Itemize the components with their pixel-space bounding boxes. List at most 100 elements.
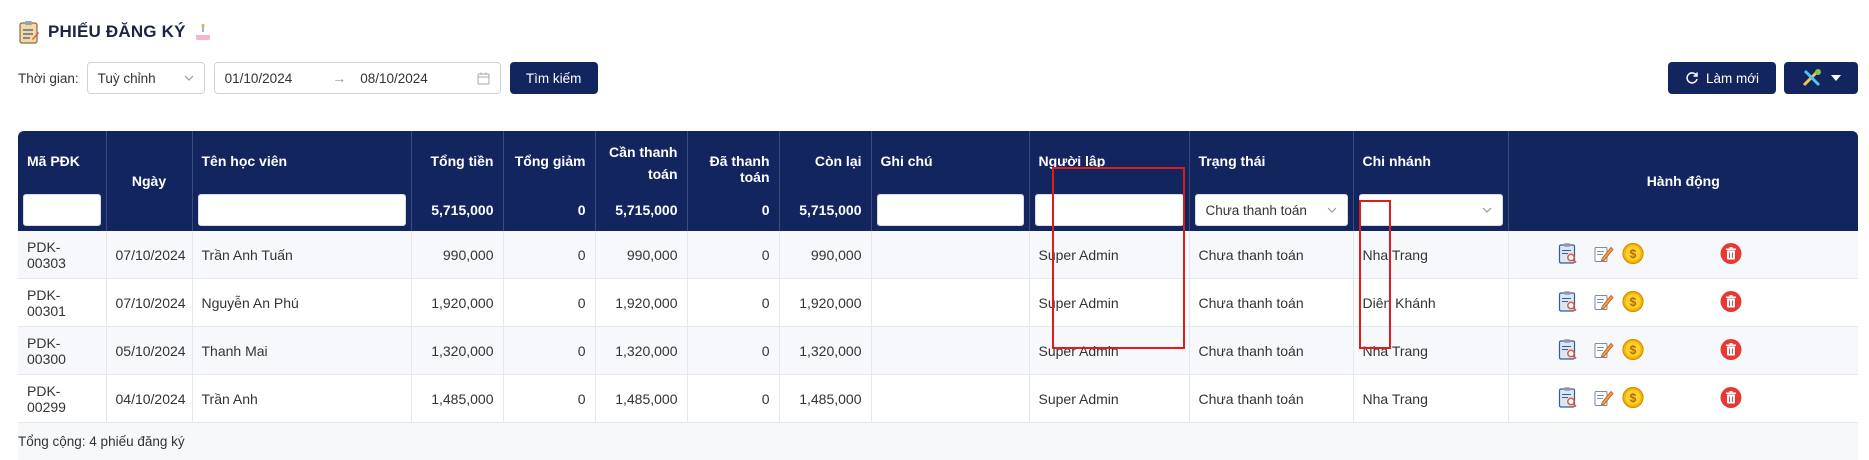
cell-date: 05/10/2024 bbox=[106, 326, 193, 375]
student-filter-input[interactable] bbox=[197, 194, 406, 226]
delete-icon[interactable] bbox=[1720, 242, 1742, 267]
branch-filter-select[interactable] bbox=[1358, 194, 1503, 226]
cell-student: Thanh Mai bbox=[192, 326, 412, 375]
view-detail-icon[interactable] bbox=[1558, 290, 1578, 315]
clipboard-icon bbox=[19, 21, 39, 44]
col-paid[interactable]: Đã thanh toán bbox=[687, 131, 780, 189]
cell-need-pay: 1,920,000 bbox=[595, 278, 688, 327]
col-actions: Hành động bbox=[1508, 131, 1858, 231]
cake-icon bbox=[195, 24, 210, 40]
edit-icon[interactable] bbox=[1594, 339, 1614, 362]
table-body: PDK-00303 07/10/2024 Trần Anh Tuấn 990,000 0… bbox=[18, 231, 1858, 423]
cell-actions: $ bbox=[1508, 231, 1858, 279]
cell-student: Trần Anh bbox=[192, 374, 412, 423]
time-label: Thời gian: bbox=[18, 70, 79, 86]
view-detail-icon[interactable] bbox=[1558, 386, 1578, 411]
cell-need-pay: 990,000 bbox=[595, 231, 688, 279]
view-detail-icon[interactable] bbox=[1558, 338, 1578, 363]
cell-status: Chưa thanh toán bbox=[1189, 278, 1354, 327]
page: PHIẾU ĐĂNG KÝ Thời gian: Tuỳ chỉnh 01/10… bbox=[0, 0, 1869, 460]
delete-icon[interactable] bbox=[1720, 386, 1742, 411]
payment-icon[interactable]: $ bbox=[1621, 242, 1644, 267]
cell-date: 04/10/2024 bbox=[106, 374, 193, 423]
row-actions: $ bbox=[1518, 279, 1850, 326]
cell-note bbox=[871, 231, 1030, 279]
col-creator[interactable]: Người lập bbox=[1029, 131, 1190, 189]
payment-icon[interactable]: $ bbox=[1621, 338, 1644, 363]
cell-paid: 0 bbox=[687, 278, 780, 327]
cell-student: Trần Anh Tuấn bbox=[192, 231, 412, 279]
cell-paid: 0 bbox=[687, 231, 780, 279]
tools-dropdown-button[interactable] bbox=[1784, 62, 1858, 94]
col-need-pay-line1: Cần thanh bbox=[609, 144, 678, 160]
col-note[interactable]: Ghi chú bbox=[871, 131, 1030, 189]
refresh-label: Làm mới bbox=[1705, 70, 1760, 86]
table-row[interactable]: PDK-00303 07/10/2024 Trần Anh Tuấn 990,000 0… bbox=[18, 231, 1858, 279]
cell-paid: 0 bbox=[687, 326, 780, 375]
date-range-picker[interactable]: 01/10/2024 → 08/10/2024 bbox=[213, 62, 501, 94]
paid-sum: 0 bbox=[687, 189, 780, 231]
note-filter-cell bbox=[871, 189, 1030, 231]
cell-creator: Super Admin bbox=[1029, 326, 1190, 375]
chevron-down-icon bbox=[1327, 207, 1336, 213]
status-filter-select[interactable]: Chưa thanh toán bbox=[1194, 194, 1348, 226]
cell-date: 07/10/2024 bbox=[106, 278, 193, 327]
col-status[interactable]: Trạng thái bbox=[1189, 131, 1354, 189]
edit-icon[interactable] bbox=[1594, 291, 1614, 314]
edit-icon[interactable] bbox=[1594, 387, 1614, 410]
cell-actions: $ bbox=[1508, 374, 1858, 423]
cell-remaining: 1,320,000 bbox=[779, 326, 872, 375]
cell-remaining: 1,485,000 bbox=[779, 374, 872, 423]
cell-note bbox=[871, 374, 1030, 423]
edit-icon[interactable] bbox=[1594, 243, 1614, 266]
cell-date: 07/10/2024 bbox=[106, 231, 193, 279]
cell-need-pay: 1,485,000 bbox=[595, 374, 688, 423]
cell-total: 990,000 bbox=[411, 231, 504, 279]
table-row[interactable]: PDK-00301 07/10/2024 Nguyễn An Phú 1,920,00… bbox=[18, 278, 1858, 327]
caret-down-icon bbox=[1831, 75, 1841, 81]
col-need-pay[interactable]: Cần thanh toán bbox=[595, 131, 688, 189]
row-actions: $ bbox=[1518, 327, 1850, 374]
cell-need-pay: 1,320,000 bbox=[595, 326, 688, 375]
cell-code: PDK-00303 bbox=[18, 231, 107, 279]
refresh-button[interactable]: Làm mới bbox=[1668, 62, 1776, 94]
cell-paid: 0 bbox=[687, 374, 780, 423]
delete-icon[interactable] bbox=[1720, 290, 1742, 315]
creator-filter-input[interactable] bbox=[1034, 194, 1184, 226]
cell-code: PDK-00301 bbox=[18, 278, 107, 327]
col-branch[interactable]: Chi nhánh bbox=[1353, 131, 1509, 189]
student-filter-cell bbox=[192, 189, 412, 231]
cell-code: PDK-00299 bbox=[18, 374, 107, 423]
chevron-down-icon bbox=[1482, 207, 1491, 213]
date-from[interactable]: 01/10/2024 bbox=[225, 71, 293, 86]
col-discount[interactable]: Tổng giảm bbox=[503, 131, 596, 189]
payment-icon[interactable]: $ bbox=[1621, 386, 1644, 411]
page-header: PHIẾU ĐĂNG KÝ bbox=[18, 18, 212, 46]
col-code[interactable]: Mã PĐK bbox=[18, 131, 107, 189]
remaining-sum: 5,715,000 bbox=[779, 189, 872, 231]
col-remaining[interactable]: Còn lại bbox=[779, 131, 872, 189]
cell-total: 1,485,000 bbox=[411, 374, 504, 423]
delete-icon[interactable] bbox=[1720, 338, 1742, 363]
period-select[interactable]: Tuỳ chỉnh bbox=[86, 62, 205, 94]
calendar-icon bbox=[477, 72, 490, 84]
code-filter-cell bbox=[18, 189, 107, 231]
discount-sum: 0 bbox=[503, 189, 596, 231]
payment-icon[interactable]: $ bbox=[1621, 290, 1644, 315]
cell-remaining: 990,000 bbox=[779, 231, 872, 279]
date-to[interactable]: 08/10/2024 bbox=[360, 71, 476, 86]
cell-branch: Diên Khánh bbox=[1353, 278, 1509, 327]
cell-status: Chưa thanh toán bbox=[1189, 326, 1354, 375]
cell-actions: $ bbox=[1508, 326, 1858, 375]
col-total[interactable]: Tổng tiền bbox=[411, 131, 504, 189]
note-filter-input[interactable] bbox=[876, 194, 1024, 226]
table-row[interactable]: PDK-00299 04/10/2024 Trần Anh 1,485,000 0 1,4… bbox=[18, 374, 1858, 423]
code-filter-input[interactable] bbox=[23, 194, 101, 226]
search-button[interactable]: Tìm kiếm bbox=[509, 62, 598, 94]
view-detail-icon[interactable] bbox=[1558, 242, 1578, 267]
table-row[interactable]: PDK-00300 05/10/2024 Thanh Mai 1,320,000 0 1,… bbox=[18, 326, 1858, 375]
col-student[interactable]: Tên học viên bbox=[192, 131, 412, 189]
total-count: Tổng cộng: 4 phiếu đăng ký bbox=[18, 422, 1858, 460]
col-date[interactable]: Ngày bbox=[106, 131, 193, 231]
cell-code: PDK-00300 bbox=[18, 326, 107, 375]
